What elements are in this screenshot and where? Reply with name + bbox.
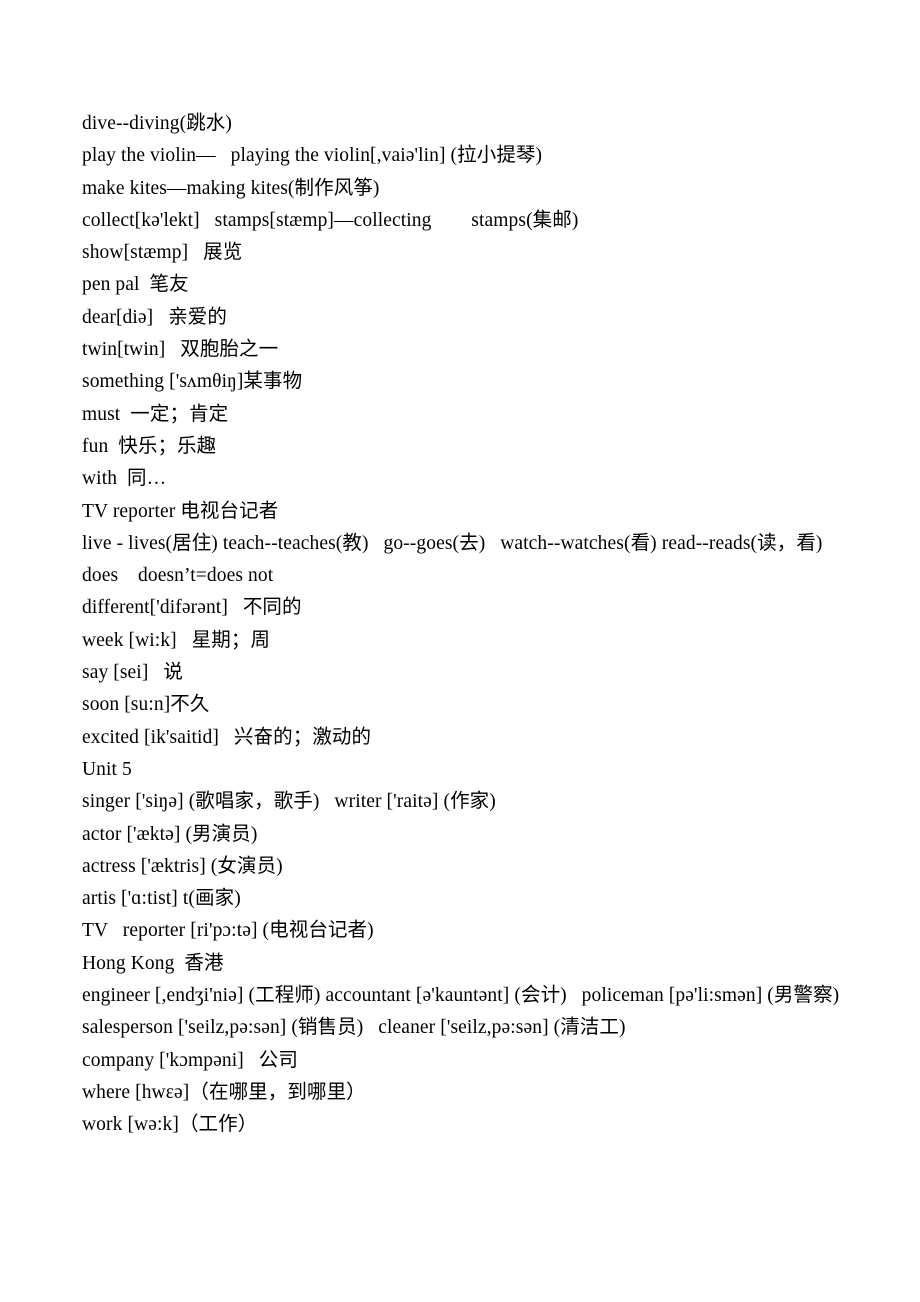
vocabulary-line: collect[kə'lekt] stamps[stæmp]—collectin… [82, 209, 579, 231]
vocabulary-line: with 同… [82, 468, 167, 490]
vocabulary-line: dive--diving(跳水) [82, 113, 232, 134]
vocabulary-line: singer ['siŋə] (歌唱家，歌手) writer ['raitə] … [82, 791, 496, 813]
vocabulary-line: Hong Kong 香港 [82, 952, 224, 974]
vocabulary-line: excited [ik'saitid] 兴奋的；激动的 [82, 726, 372, 748]
vocabulary-list: dive--diving(跳水) play the violin— playin… [82, 108, 846, 1142]
vocabulary-line: company ['kɔmpəni] 公司 [82, 1049, 298, 1071]
vocabulary-line: fun 快乐；乐趣 [82, 435, 217, 457]
vocabulary-line: say [sei] 说 [82, 662, 183, 684]
vocabulary-line: play the violin— playing the violin[,vai… [82, 145, 543, 167]
vocabulary-line: artis ['ɑ:tist] t(画家) [82, 888, 241, 910]
vocabulary-line: work [wə:k]（工作） [82, 1114, 258, 1136]
vocabulary-line: something ['sʌmθiŋ]某事物 [82, 371, 303, 393]
vocabulary-line: where [hwɛə]（在哪里，到哪里） [82, 1081, 366, 1103]
vocabulary-line: different['difərənt] 不同的 [82, 597, 302, 619]
vocabulary-line: TV reporter [ri'pɔ:tə] (电视台记者) [82, 920, 374, 942]
vocabulary-line: twin[twin] 双胞胎之一 [82, 339, 279, 361]
vocabulary-line: actor ['æktə] (男演员) [82, 823, 258, 845]
vocabulary-line: pen pal 笔友 [82, 274, 189, 296]
vocabulary-line: actress ['æktris] (女演员) [82, 855, 283, 877]
vocabulary-line: TV reporter 电视台记者 [82, 500, 279, 522]
vocabulary-line: must 一定；肯定 [82, 403, 229, 425]
document-page: dive--diving(跳水) play the violin— playin… [0, 0, 920, 1302]
vocabulary-line: live ‐ lives(居住) teach--teaches(教) go--g… [82, 532, 823, 554]
vocabulary-line: soon [su:n]不久 [82, 694, 210, 716]
vocabulary-line: engineer [,endʒi'niə] (工程师) accountant [… [82, 985, 855, 1039]
unit-heading: Unit 5 [82, 758, 132, 780]
vocabulary-line: dear[diə] 亲爱的 [82, 306, 227, 328]
vocabulary-line: make kites—making kites(制作风筝) [82, 177, 380, 199]
vocabulary-line: week [wi:k] 星期；周 [82, 629, 271, 651]
vocabulary-line: does doesn’t=does not [82, 565, 274, 587]
vocabulary-line: show[stæmp] 展览 [82, 242, 243, 264]
